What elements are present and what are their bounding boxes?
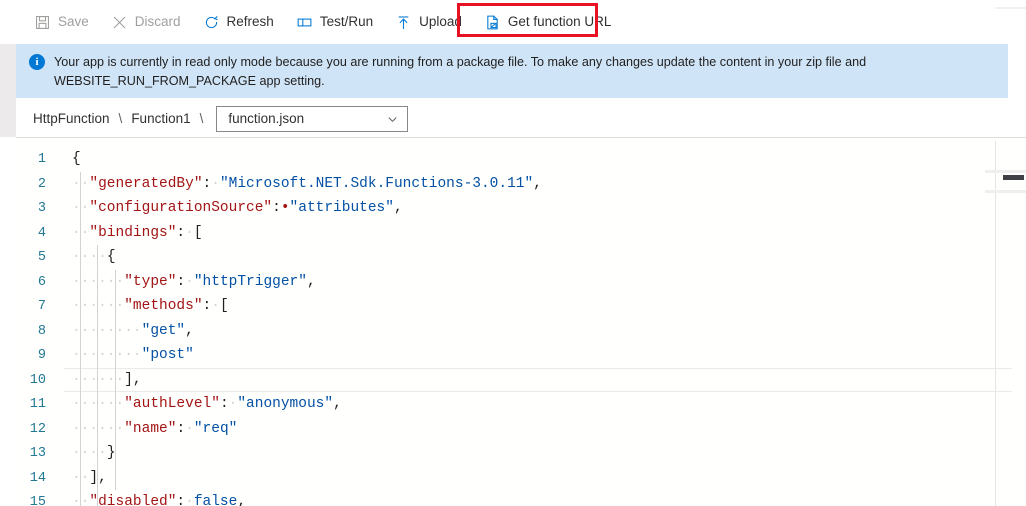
- code-text: ····{: [72, 249, 116, 265]
- left-rail-band: [0, 44, 16, 137]
- breadcrumb: HttpFunction \ Function1 \ function.json: [16, 100, 1026, 137]
- line-number: 15: [29, 495, 46, 506]
- file-select-value: function.json: [228, 111, 305, 126]
- code-line[interactable]: 13 ····}: [16, 441, 1026, 466]
- line-number: 6: [37, 274, 46, 290]
- overview-ruler-line-above: [985, 170, 1026, 173]
- breadcrumb-item-httpfunction[interactable]: HttpFunction: [33, 111, 110, 126]
- file-select-dropdown[interactable]: function.json: [216, 105, 409, 132]
- code-line[interactable]: 5 ····{: [16, 245, 1026, 270]
- command-label: Refresh: [226, 14, 274, 30]
- breadcrumb-separator: \: [118, 111, 123, 126]
- command-label: Upload: [419, 14, 462, 30]
- code-text: ····}: [72, 445, 116, 461]
- line-number: 5: [37, 250, 46, 265]
- line-number: 12: [29, 421, 46, 437]
- code-text: ··"bindings":·[: [72, 224, 203, 241]
- overview-ruler-line-below: [985, 190, 1026, 193]
- line-number: 1: [37, 152, 46, 167]
- code-text: ······"type":·"httpTrigger",: [72, 273, 316, 290]
- get-function-url-button[interactable]: Get function URL: [480, 7, 621, 37]
- test-run-window-icon: [296, 14, 313, 31]
- code-lines[interactable]: 1{2··"generatedBy":·"Microsoft.NET.Sdk.F…: [16, 147, 1026, 506]
- breadcrumb-item-function1[interactable]: Function1: [131, 111, 190, 126]
- indent-guide: [97, 245, 99, 506]
- code-line[interactable]: 3 ··"configurationSource":•"attributes",: [16, 196, 1026, 221]
- overview-ruler-top-mark: [995, 7, 1026, 9]
- refresh-button[interactable]: Refresh: [199, 7, 283, 37]
- breadcrumb-separator: \: [199, 111, 204, 126]
- command-bar: Save Discard Refresh Test/Run Upload Get func…: [0, 0, 1026, 44]
- code-text: ··],: [72, 470, 107, 486]
- code-text: ······"methods":·[: [72, 298, 229, 314]
- line-number: 2: [37, 176, 46, 192]
- code-line[interactable]: 12······"name":·"req": [16, 417, 1026, 442]
- code-line[interactable]: 4 ··"bindings":·[: [16, 221, 1026, 246]
- chevron-down-icon: [387, 113, 398, 124]
- code-text: ··"generatedBy":·"Microsoft.NET.Sdk.Func…: [72, 175, 542, 192]
- code-line[interactable]: 9 ········"post": [16, 343, 1026, 368]
- code-editor[interactable]: 1{2··"generatedBy":·"Microsoft.NET.Sdk.F…: [16, 141, 1026, 506]
- command-label: Test/Run: [319, 14, 374, 30]
- code-line[interactable]: 11 ······"authLevel":·"anonymous",: [16, 392, 1026, 417]
- line-number: 3: [37, 201, 46, 216]
- upload-arrow-icon: [395, 14, 412, 31]
- line-number: 11: [29, 397, 46, 412]
- code-line[interactable]: 7 ······"methods":·[: [16, 294, 1026, 319]
- code-line[interactable]: 2 ··"generatedBy":·"Microsoft.NET.Sdk.Fun…: [16, 172, 1026, 197]
- discard-button: Discard: [107, 7, 190, 37]
- code-line[interactable]: 15··"disabled":·false,: [16, 490, 1026, 506]
- overview-ruler-current-line-marker: [1003, 175, 1024, 180]
- command-label: Save: [58, 14, 89, 30]
- save-icon: [34, 14, 51, 31]
- line-number: 13: [29, 446, 46, 461]
- code-text: ······"authLevel":·"anonymous",: [72, 396, 342, 412]
- header-divider: [16, 137, 1026, 138]
- code-line[interactable]: 1{: [16, 147, 1026, 172]
- info-icon: i: [29, 54, 45, 70]
- discard-x-icon: [111, 14, 128, 31]
- upload-button[interactable]: Upload: [391, 7, 471, 37]
- indent-guide: [114, 269, 116, 490]
- indent-guide: [80, 171, 81, 506]
- refresh-icon: [203, 14, 220, 31]
- command-label: Discard: [134, 14, 181, 30]
- code-line[interactable]: 6 ······"type":·"httpTrigger",: [16, 270, 1026, 295]
- save-button: Save: [30, 7, 98, 37]
- banner-message: Your app is currently in read only mode …: [54, 55, 867, 88]
- read-only-info-banner: i Your app is currently in read only mod…: [16, 44, 1008, 98]
- line-number: 14: [29, 470, 46, 486]
- code-text: ······],: [72, 371, 142, 388]
- line-number: 4: [37, 225, 46, 241]
- code-text: {: [72, 151, 81, 167]
- code-text: ········"post": [72, 347, 194, 363]
- get-url-document-icon: [484, 14, 501, 31]
- line-number: 8: [37, 323, 46, 339]
- editor-vertical-ruler: [995, 141, 996, 506]
- line-number: 7: [37, 299, 46, 314]
- test-run-button[interactable]: Test/Run: [292, 7, 382, 37]
- line-number: 10: [29, 372, 46, 388]
- left-rail: [0, 0, 16, 506]
- code-line[interactable]: 10 ······],: [16, 367, 1026, 393]
- code-text: ··"configurationSource":•"attributes",: [72, 200, 403, 216]
- line-number: 9: [37, 348, 46, 363]
- command-label: Get function URL: [507, 14, 612, 30]
- code-line[interactable]: 14 ··],: [16, 466, 1026, 491]
- code-text: ········"get",: [72, 322, 194, 339]
- code-line[interactable]: 8 ········"get",: [16, 319, 1026, 344]
